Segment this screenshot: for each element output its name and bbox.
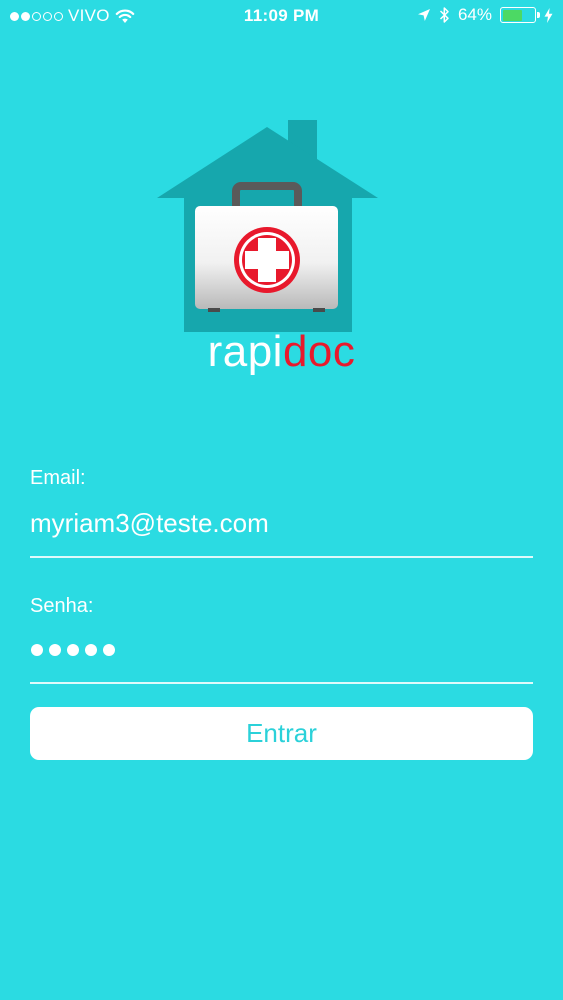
password-mask-dot (85, 644, 97, 656)
battery-level-fill (502, 9, 523, 21)
battery-percent: 64% (457, 5, 492, 24)
password-underline (30, 682, 533, 684)
bluetooth-icon (439, 6, 450, 24)
password-mask-dot (49, 644, 61, 656)
location-arrow-icon (417, 8, 431, 22)
login-button[interactable]: Entrar (30, 707, 533, 760)
battery-icon (500, 7, 540, 23)
password-mask-dot (31, 644, 43, 656)
house-medical-kit-icon (150, 110, 385, 340)
status-bar: VIVO 11:09 PM 64% (0, 0, 563, 34)
wordmark-rapi: rapi (207, 327, 283, 376)
password-label: Senha: (30, 595, 94, 617)
status-right: 64% (417, 5, 553, 25)
password-field[interactable] (31, 644, 115, 656)
wordmark-doc: doc (282, 327, 356, 376)
charging-bolt-icon (544, 7, 553, 23)
password-mask-dot (103, 644, 115, 656)
email-label: Email: (30, 467, 86, 489)
email-field[interactable] (30, 508, 533, 539)
email-underline (30, 556, 533, 558)
app-wordmark: rapidoc (0, 330, 563, 374)
password-mask-dot (67, 644, 79, 656)
